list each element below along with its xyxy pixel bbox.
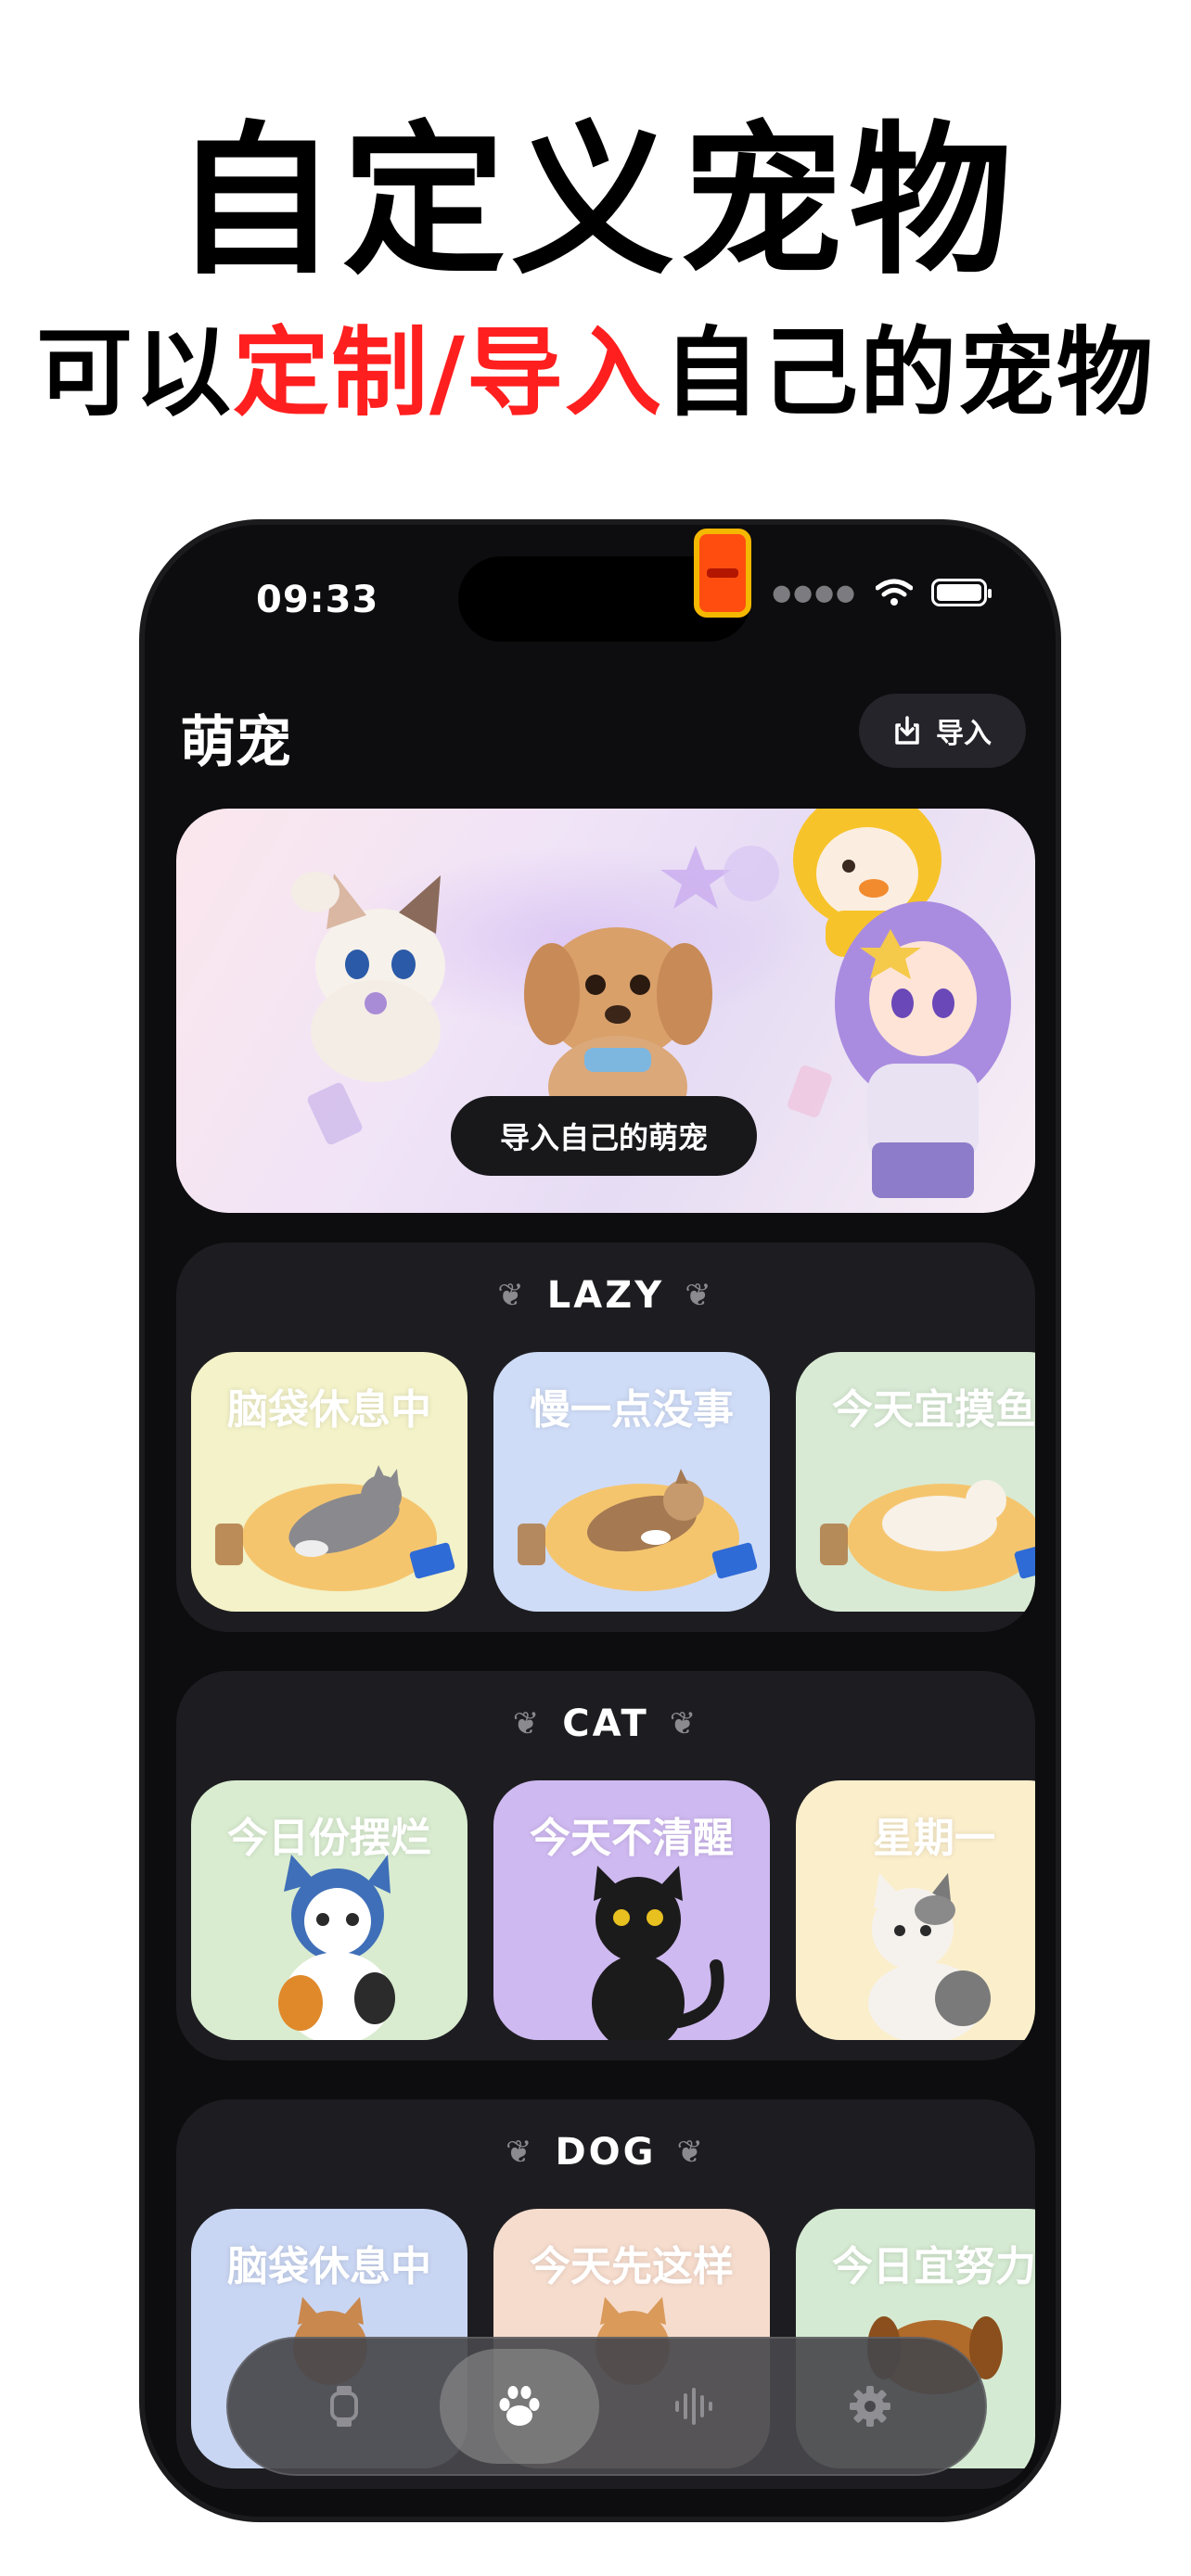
section-header: ❦ DOG ❦ — [176, 2131, 1035, 2174]
promo-headline: 自定义宠物 — [173, 107, 1018, 297]
black-cat-sticker — [592, 1866, 724, 2040]
tab-pets[interactable] — [439, 2349, 599, 2464]
tabby-cat-sticker — [518, 1469, 758, 1591]
laurel-left-icon: ❦ — [512, 1705, 543, 1742]
tab-voice[interactable] — [615, 2349, 775, 2464]
status-time: 09:33 — [256, 579, 379, 621]
gear-icon — [849, 2386, 890, 2427]
promo-subline: 可以定制/导入自己的宠物 — [0, 325, 1191, 421]
laurel-left-icon: ❦ — [505, 2134, 535, 2171]
sticker-card[interactable]: 星期一 — [796, 1780, 1035, 2040]
watch-icon — [329, 2386, 358, 2427]
tab-watch[interactable] — [264, 2349, 424, 2464]
sticker-card[interactable]: 脑袋休息中 — [191, 1352, 467, 1612]
status-indicators: ●●●● — [772, 579, 992, 606]
wifi-icon — [876, 579, 913, 606]
laurel-right-icon: ❦ — [685, 1277, 714, 1314]
section-lazy: ❦ LAZY ❦ 脑袋休息中 慢一点没事 今天宜摸鱼 — [176, 1243, 1035, 1632]
section-header: ❦ LAZY ❦ — [176, 1274, 1035, 1317]
tab-bar — [226, 2337, 987, 2476]
section-title: DOG — [555, 2131, 657, 2174]
promo-sub-suffix: 自己的宠物 — [663, 316, 1156, 429]
section-header: ❦ CAT ❦ — [176, 1702, 1035, 1745]
calico-cat-sticker — [278, 1855, 395, 2040]
section-cat: ❦ CAT ❦ 今日份摆烂 今天不清醒 星期一 — [176, 1671, 1035, 2060]
page-title: 萌宠 — [180, 710, 291, 775]
laurel-right-icon: ❦ — [676, 2134, 707, 2171]
import-button-label: 导入 — [936, 718, 992, 750]
laurel-right-icon: ❦ — [669, 1705, 699, 1742]
import-button[interactable]: 导入 — [859, 694, 1026, 768]
paw-icon — [499, 2386, 539, 2426]
phone-frame: 09:33 ●●●● 萌宠 导入 导入自己的萌宠 ❦ LAZY ❦ 脑袋休息中 … — [139, 519, 1061, 2522]
promo-sub-prefix: 可以 — [35, 316, 233, 429]
promo-sub-highlight: 定制/导入 — [233, 316, 663, 429]
battery-icon — [931, 579, 992, 606]
sticker-card[interactable]: 今天不清醒 — [493, 1780, 770, 2040]
section-title: CAT — [562, 1702, 649, 1745]
import-banner[interactable]: 导入自己的萌宠 — [176, 809, 1035, 1213]
sticker-card[interactable]: 慢一点没事 — [493, 1352, 770, 1612]
sticker-card[interactable]: 今天宜摸鱼 — [796, 1352, 1035, 1612]
section-title: LAZY — [546, 1274, 665, 1317]
tab-settings[interactable] — [790, 2349, 950, 2464]
white-cat-sticker — [820, 1480, 1035, 1591]
import-icon — [895, 716, 919, 745]
banner-cta-button[interactable]: 导入自己的萌宠 — [451, 1096, 757, 1176]
voice-icon — [674, 2388, 712, 2425]
live-activity-cup-icon — [694, 529, 751, 618]
lazy-cat-sticker — [215, 1465, 455, 1591]
sticker-card[interactable]: 今日份摆烂 — [191, 1780, 467, 2040]
grey-white-cat-sticker — [868, 1873, 991, 2040]
signal-icon: ●●●● — [772, 580, 857, 606]
laurel-left-icon: ❦ — [497, 1277, 527, 1314]
